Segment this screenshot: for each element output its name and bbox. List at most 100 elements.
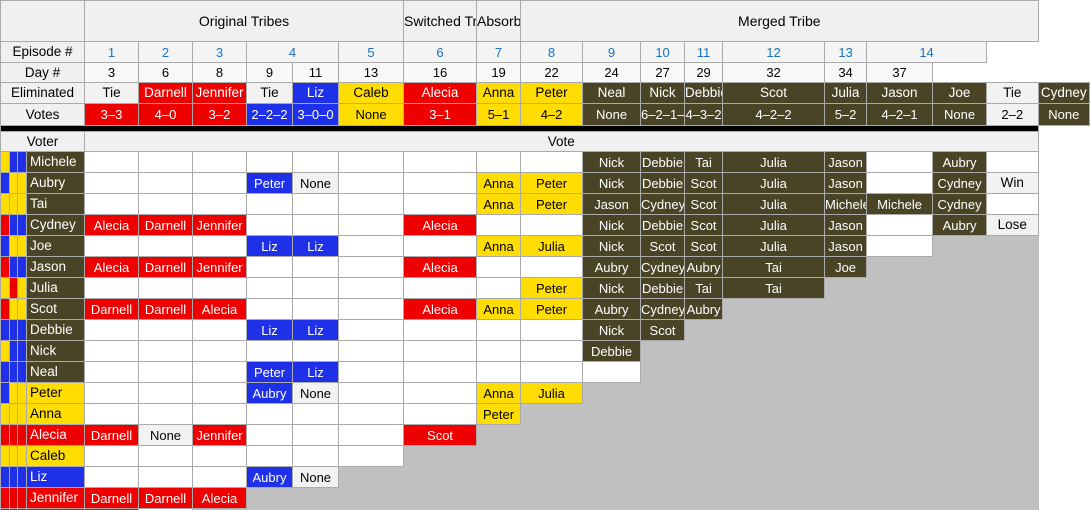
vote-cell-empty bbox=[403, 382, 478, 404]
tribe-swatch bbox=[1, 425, 10, 445]
vote-cell-empty bbox=[476, 151, 522, 173]
vote-cell: Peter bbox=[520, 298, 584, 320]
vote-cell-empty bbox=[337, 172, 405, 194]
vote-cell: Darnell bbox=[84, 487, 139, 509]
episode-number: 9 bbox=[582, 41, 642, 63]
vote-cell-empty bbox=[684, 487, 724, 509]
vote-cell-empty bbox=[192, 445, 247, 467]
table-row: Peter Aubry None Anna Julia bbox=[0, 382, 1090, 404]
vote-cell-empty bbox=[246, 403, 293, 425]
vote-cell-empty bbox=[722, 445, 826, 467]
vote-cell-empty bbox=[520, 151, 584, 173]
voter-cell: Joe bbox=[0, 235, 85, 257]
table-row: Michele Nick Debbie Tai Julia Jason Aubry bbox=[0, 151, 1090, 173]
tribe-swatch-group bbox=[1, 383, 28, 403]
tribe-swatch bbox=[9, 278, 19, 298]
vote-cell-empty bbox=[520, 340, 584, 362]
vote-cell-empty bbox=[476, 277, 522, 299]
voter-name: Scot bbox=[27, 299, 84, 319]
vote-cell-empty bbox=[582, 445, 642, 467]
tribe-swatch bbox=[1, 173, 10, 193]
tribe-swatch bbox=[9, 173, 19, 193]
vote-cell: Jason bbox=[824, 172, 868, 194]
vote-cell-empty bbox=[582, 487, 642, 509]
eliminated-row: Eliminated Tie Darnell Jennifer Tie Liz Caleb A… bbox=[0, 82, 1090, 104]
vote-cell-empty bbox=[582, 466, 642, 488]
vote-cell: Anna bbox=[476, 382, 522, 404]
voter-cell: Anna bbox=[0, 403, 85, 425]
vote-tally: None bbox=[932, 103, 988, 126]
vote-cell-empty bbox=[337, 445, 405, 467]
vote-cell: Nick bbox=[582, 319, 642, 341]
vote-cell: Anna bbox=[476, 193, 522, 215]
day-number: 6 bbox=[138, 62, 193, 83]
vote-cell-empty bbox=[640, 382, 686, 404]
tribe-swatch bbox=[18, 446, 28, 466]
episode-row: Episode #1 2 3 4 5 6 7 8 9 10 11 12 13 14 bbox=[0, 41, 1090, 63]
vote-cell-empty bbox=[476, 256, 522, 278]
tribe-swatch bbox=[18, 152, 28, 172]
vote-cell-empty bbox=[337, 424, 405, 446]
vote-cell: Jason bbox=[824, 151, 868, 173]
tribe-swatch bbox=[1, 299, 10, 319]
episode-number: 11 bbox=[684, 41, 724, 63]
eliminated-castaway: Peter bbox=[520, 82, 584, 104]
tribe-swatch bbox=[1, 446, 10, 466]
vote-cell-empty bbox=[138, 382, 193, 404]
vote-cell: Alecia bbox=[403, 256, 478, 278]
vote-cell-empty bbox=[337, 214, 405, 236]
vote-cell: Alecia bbox=[84, 256, 139, 278]
vote-cell-empty bbox=[684, 466, 724, 488]
day-number: 37 bbox=[866, 62, 934, 83]
voter-cell: Michele bbox=[0, 151, 85, 173]
vote-cell: Darnell bbox=[138, 214, 193, 236]
vote-cell-empty bbox=[824, 382, 868, 404]
vote-tally: 4–2–1 bbox=[866, 103, 934, 126]
eliminated-castaway: Neal bbox=[582, 82, 642, 104]
tribe-swatch bbox=[1, 278, 10, 298]
voter-name: Cydney bbox=[27, 215, 84, 235]
vote-cell-empty bbox=[722, 382, 826, 404]
vote-cell: Nick bbox=[582, 172, 642, 194]
voter-cell: Alecia bbox=[0, 424, 85, 446]
tribe-swatch bbox=[9, 404, 19, 424]
vote-cell-empty bbox=[337, 340, 405, 362]
episode-number: 2 bbox=[138, 41, 193, 63]
tribe-swatch bbox=[1, 236, 10, 256]
vote-cell-empty bbox=[520, 214, 584, 236]
voter-cell: Scot bbox=[0, 298, 85, 320]
vote-cell-empty bbox=[403, 445, 478, 467]
vote-cell-empty bbox=[986, 235, 1039, 257]
vote-cell: Debbie bbox=[640, 277, 686, 299]
tribe-swatch bbox=[9, 488, 19, 508]
vote-cell-empty bbox=[520, 403, 584, 425]
vote-cell-empty bbox=[986, 298, 1039, 320]
vote-cell-empty bbox=[476, 424, 522, 446]
episode-number: 7 bbox=[476, 41, 522, 63]
voter-name: Debbie bbox=[27, 320, 84, 340]
tribe-swatch bbox=[1, 488, 10, 508]
vote-cell-empty bbox=[403, 235, 478, 257]
vote-cell-empty bbox=[684, 403, 724, 425]
vote-cell-empty bbox=[84, 340, 139, 362]
tribe-swatch-group bbox=[1, 278, 28, 298]
vote-cell: Peter bbox=[246, 361, 293, 383]
vote-cell: Aubry bbox=[684, 256, 724, 278]
vote-cell-empty bbox=[722, 424, 826, 446]
voter-cell: Peter bbox=[0, 382, 85, 404]
vote-cell-empty bbox=[932, 256, 988, 278]
vote-cell-empty bbox=[192, 172, 247, 194]
tribe-swatch bbox=[1, 383, 10, 403]
tribe-swatch bbox=[18, 320, 28, 340]
vote-cell-empty bbox=[986, 277, 1039, 299]
eliminated-castaway: Tie bbox=[246, 82, 293, 104]
vote-cell: Alecia bbox=[192, 487, 247, 509]
vote-cell-empty bbox=[403, 151, 478, 173]
day-number: 8 bbox=[192, 62, 247, 83]
vote-cell-empty bbox=[824, 340, 868, 362]
vote-cell-empty bbox=[84, 445, 139, 467]
tribe-swatch-group bbox=[1, 446, 28, 466]
vote-cell: Liz bbox=[292, 319, 339, 341]
vote-cell-empty bbox=[932, 487, 988, 509]
vote-cell-empty bbox=[722, 466, 826, 488]
